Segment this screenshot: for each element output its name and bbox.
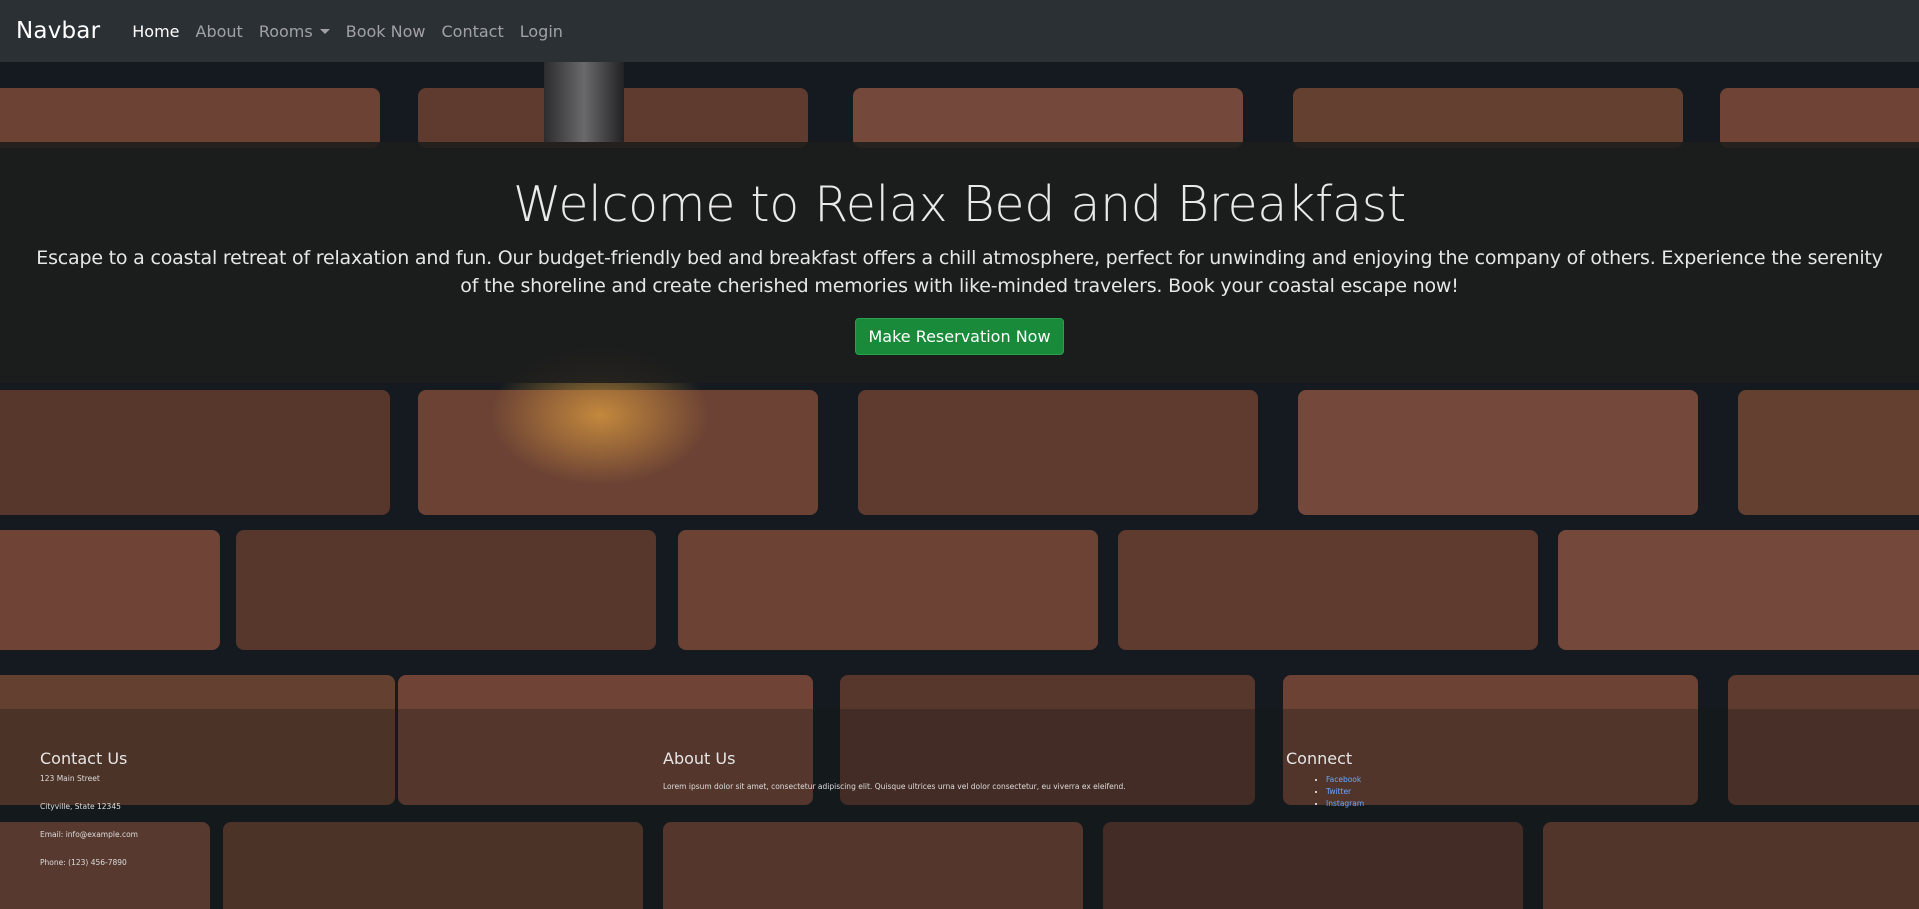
navbar-brand[interactable]: Navbar [16,18,100,44]
social-item: Facebook [1326,774,1364,786]
contact-heading: Contact Us [40,749,128,768]
footer-about: About Us Lorem ipsum dolor sit amet, con… [663,749,1126,793]
contact-city: Cityville, State 12345 [40,802,121,811]
nav-rooms-label: Rooms [258,21,313,41]
nav-contact[interactable]: Contact [433,14,511,49]
about-text: Lorem ipsum dolor sit amet, consectetur … [663,782,1126,791]
social-item: Instagram [1326,798,1364,810]
brick [1118,530,1538,650]
social-links: Facebook Twitter Instagram [1286,774,1364,810]
brick [0,390,390,515]
nav-login[interactable]: Login [512,14,571,49]
brick [1293,88,1683,148]
brick [853,88,1243,148]
brick [858,390,1258,515]
brick [1298,390,1698,515]
hero-section: Welcome to Relax Bed and Breakfast Escap… [0,142,1919,383]
caret-down-icon [319,28,330,34]
nav-home[interactable]: Home [124,14,187,49]
nav-about[interactable]: About [188,14,251,49]
footer-connect: Connect Facebook Twitter Instagram [1286,749,1364,810]
brick [0,530,220,650]
social-item: Twitter [1326,786,1364,798]
instagram-link[interactable]: Instagram [1326,799,1364,808]
brick [1738,390,1919,515]
hero-title: Welcome to Relax Bed and Breakfast [513,176,1406,233]
lamp-pipe [544,62,624,142]
about-heading: About Us [663,749,736,768]
contact-phone: Phone: (123) 456-7890 [40,858,127,867]
brick [678,530,1098,650]
footer: Contact Us 123 Main Street Cityville, St… [0,709,1919,909]
facebook-link[interactable]: Facebook [1326,775,1361,784]
brick [1720,88,1919,148]
twitter-link[interactable]: Twitter [1326,787,1351,796]
contact-address: 123 Main Street [40,774,100,783]
connect-heading: Connect [1286,749,1353,768]
nav-book-now[interactable]: Book Now [338,14,434,49]
make-reservation-button[interactable]: Make Reservation Now [855,317,1064,355]
brick [236,530,656,650]
hero-text: Escape to a coastal retreat of relaxatio… [36,246,1883,297]
navbar: Navbar Home About Rooms Book Now Contact… [0,0,1919,62]
brick [0,88,380,148]
nav-rooms-dropdown[interactable]: Rooms [251,14,338,49]
brick [1558,530,1919,650]
contact-email: Email: info@example.com [40,830,138,839]
footer-contact: Contact Us 123 Main Street Cityville, St… [40,749,138,886]
